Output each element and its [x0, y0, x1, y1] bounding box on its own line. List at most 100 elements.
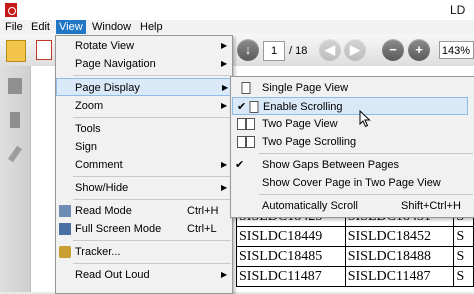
menu-item-enable-scrolling[interactable]: ✔ Enable Scrolling — [232, 97, 468, 115]
menu-item-rotate-view[interactable]: Rotate View ▶ — [56, 37, 232, 55]
menu-item-single-page-view[interactable]: Single Page View — [231, 79, 474, 97]
menu-item-label: Full Screen Mode — [75, 223, 162, 235]
submenu-arrow-icon: ▶ — [221, 101, 228, 110]
two-page-icon — [237, 118, 255, 130]
minus-icon: − — [389, 42, 397, 57]
menu-item-label: Single Page View — [262, 82, 349, 94]
menu-item-two-page-scrolling[interactable]: Two Page Scrolling — [231, 133, 474, 151]
table-cell: S — [453, 266, 474, 287]
menu-view[interactable]: View — [56, 20, 86, 34]
navigation-pane — [0, 66, 31, 292]
menu-edit[interactable]: Edit — [28, 20, 53, 34]
two-page-scrolling-icon — [237, 136, 255, 148]
menu-item-label: Two Page View — [262, 118, 338, 130]
attachment-paperclip-icon[interactable] — [7, 145, 23, 163]
menu-item-label: Comment — [75, 159, 123, 171]
menu-item-full-screen[interactable]: Full Screen Mode Ctrl+L — [56, 220, 232, 238]
menu-item-shortcut: Shift+Ctrl+H — [401, 200, 461, 212]
menu-item-label: Two Page Scrolling — [262, 136, 357, 148]
next-page-disabled-button[interactable]: ▶ — [344, 39, 366, 61]
menu-item-label: Show Cover Page in Two Page View — [262, 177, 441, 189]
menu-item-read-out-loud[interactable]: Read Out Loud ▶ — [56, 266, 232, 284]
menu-separator — [73, 240, 231, 241]
page-thumbnails-icon[interactable] — [8, 78, 22, 94]
plus-icon: + — [415, 42, 423, 57]
checkmark-icon: ✔ — [235, 159, 245, 171]
page-total: / 18 — [289, 45, 308, 57]
window-title: LD — [450, 3, 466, 17]
menu-item-label: Enable Scrolling — [263, 101, 343, 113]
menu-item-show-gaps[interactable]: ✔ Show Gaps Between Pages — [231, 156, 474, 174]
menu-help[interactable]: Help — [137, 20, 166, 34]
menu-item-tracker[interactable]: Tracker... — [56, 243, 232, 261]
menu-item-auto-scroll[interactable]: Automatically Scroll Shift+Ctrl+H — [231, 197, 474, 215]
menu-bar: File Edit View Window Help — [0, 20, 474, 34]
document-table: SISLDC18423SISLDC18431SSISLDC18449SISLDC… — [236, 206, 474, 287]
view-menu: Rotate View ▶ Page Navigation ▶ Page Displ… — [55, 35, 233, 294]
menu-separator — [73, 199, 231, 200]
table-cell: SISLDC18449 — [236, 226, 346, 247]
checkmark-icon: ✔ — [237, 101, 247, 113]
table-row: SISLDC18485 SISLDC18488 S — [236, 246, 474, 267]
menu-item-show-cover-page[interactable]: Show Cover Page in Two Page View — [231, 174, 474, 192]
menu-item-label: Read Mode — [75, 205, 132, 217]
table-cell: SISLDC11487 — [236, 266, 346, 287]
next-page-button[interactable]: ↓ — [237, 39, 259, 61]
title-bar: LD — [0, 0, 474, 20]
table-cell: SISLDC18488 — [344, 246, 455, 267]
menu-separator — [73, 176, 231, 177]
zoom-level-input[interactable]: 143% — [439, 41, 474, 59]
menu-item-show-hide[interactable]: Show/Hide ▶ — [56, 179, 232, 197]
menu-item-label: Page Navigation — [75, 58, 156, 70]
table-cell: S — [453, 226, 474, 247]
menu-item-two-page-view[interactable]: Two Page View — [231, 115, 474, 133]
arrow-left-icon: ◀ — [325, 42, 335, 57]
table-cell: SISLDC18452 — [344, 226, 455, 247]
menu-item-page-navigation[interactable]: Page Navigation ▶ — [56, 55, 232, 73]
menu-item-label: Page Display — [75, 82, 140, 94]
menu-item-comment[interactable]: Comment ▶ — [56, 156, 232, 174]
menu-separator — [259, 194, 473, 195]
table-cell: SISLDC11487 — [344, 266, 455, 287]
menu-item-label: Automatically Scroll — [262, 200, 358, 212]
acrobat-logo-icon — [5, 3, 17, 17]
table-row: SISLDC11487 SISLDC11487 S — [236, 266, 474, 287]
table-cell: SISLDC18485 — [236, 246, 346, 267]
menu-item-label: Read Out Loud — [75, 269, 150, 281]
table-row: SISLDC18449 SISLDC18452 S — [236, 226, 474, 247]
page-display-submenu: Single Page View ✔ Enable Scrolling Two … — [230, 76, 474, 218]
menu-separator — [259, 153, 473, 154]
menu-item-shortcut: Ctrl+L — [187, 223, 217, 235]
menu-file[interactable]: File — [2, 20, 26, 34]
previous-page-button[interactable]: ◀ — [319, 39, 341, 61]
submenu-arrow-icon: ▶ — [221, 270, 228, 279]
menu-item-zoom[interactable]: Zoom ▶ — [56, 97, 232, 115]
full-screen-icon — [59, 223, 71, 235]
menu-item-sign[interactable]: Sign — [56, 138, 232, 156]
arrow-down-icon: ↓ — [244, 42, 252, 57]
mouse-cursor-icon — [359, 110, 371, 128]
menu-item-label: Tracker... — [75, 246, 121, 258]
menu-item-read-mode[interactable]: Read Mode Ctrl+H — [56, 202, 232, 220]
single-page-icon — [241, 82, 251, 94]
zoom-out-button[interactable]: − — [382, 39, 404, 61]
submenu-arrow-icon: ▶ — [221, 59, 228, 68]
submenu-arrow-icon: ▶ — [222, 83, 229, 92]
create-pdf-icon[interactable] — [36, 40, 52, 60]
open-folder-icon[interactable] — [6, 40, 26, 62]
submenu-arrow-icon: ▶ — [221, 160, 228, 169]
menu-item-page-display[interactable]: Page Display ▶ — [56, 78, 232, 96]
menu-item-tools[interactable]: Tools — [56, 120, 232, 138]
read-mode-icon — [59, 205, 71, 217]
menu-item-label: Rotate View — [75, 40, 135, 52]
menu-window[interactable]: Window — [89, 20, 134, 34]
menu-separator — [73, 75, 231, 76]
submenu-arrow-icon: ▶ — [221, 41, 228, 50]
zoom-in-button[interactable]: + — [408, 39, 430, 61]
menu-item-label: Zoom — [75, 100, 104, 112]
bookmark-icon[interactable] — [10, 112, 20, 128]
menu-item-label: Tools — [75, 123, 101, 135]
tracker-icon — [59, 246, 71, 258]
page-number-input[interactable]: 1 — [263, 41, 285, 61]
menu-separator — [73, 117, 231, 118]
